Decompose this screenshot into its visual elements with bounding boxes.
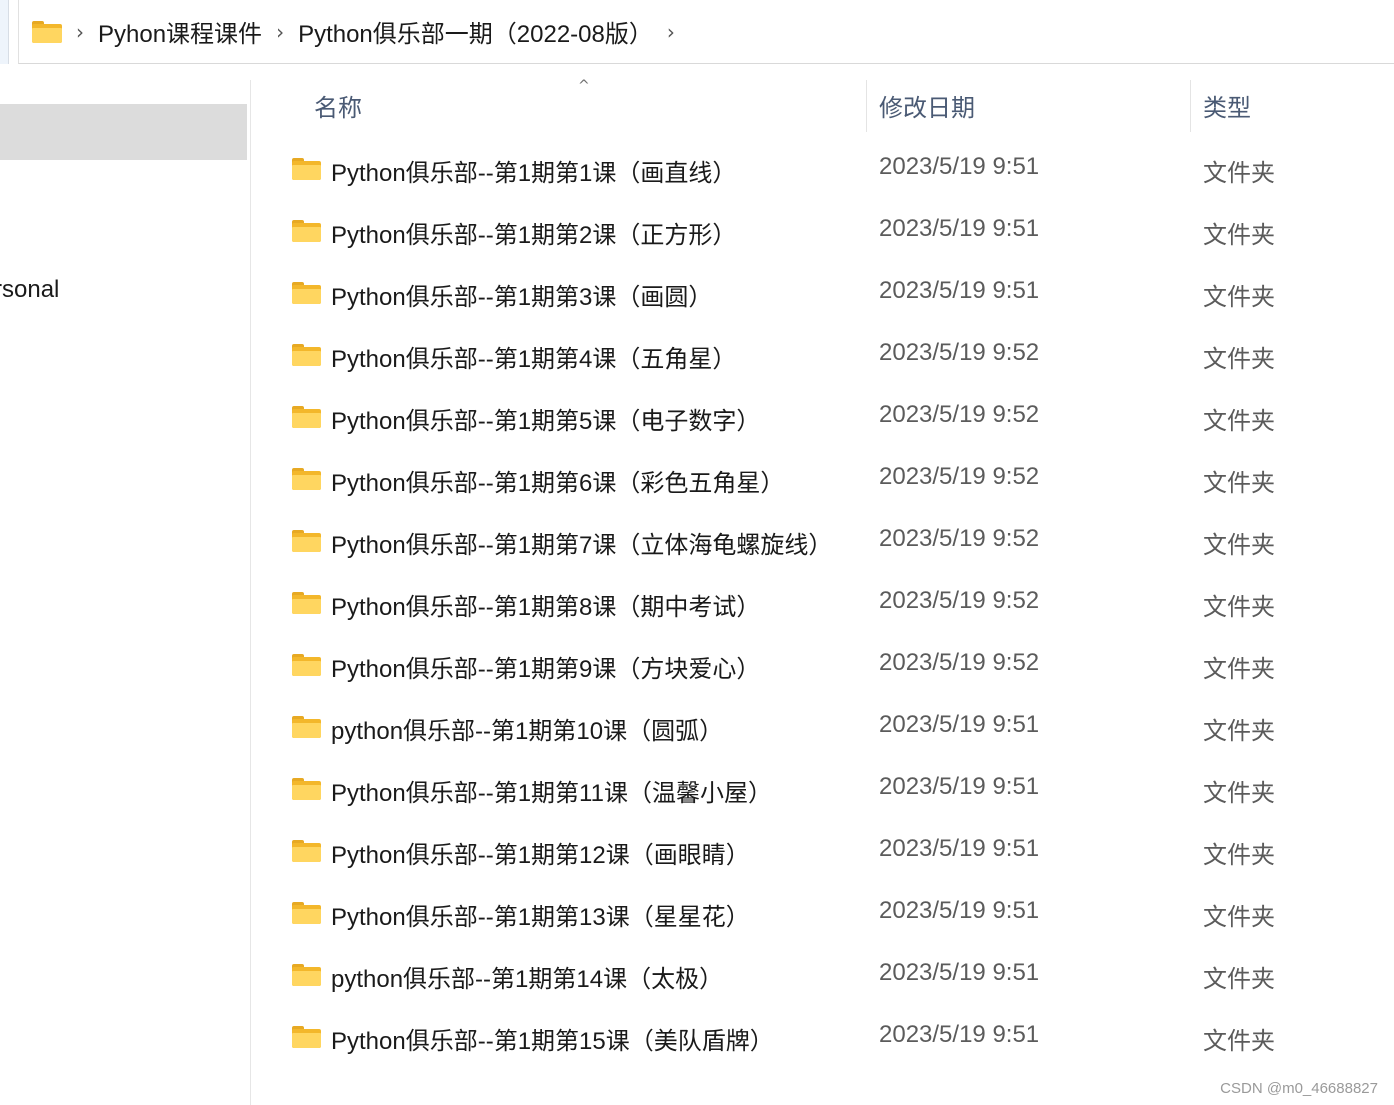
file-type: 文件夹 (1203, 1028, 1275, 1055)
table-row[interactable]: Python俱乐部--第1期第1课（画直线） 2023/5/19 9:51 文件夹 (252, 140, 1394, 202)
file-date-modified: 2023/5/19 9:51 (879, 1021, 1040, 1048)
address-bar-left-edge (0, 0, 9, 64)
file-type: 文件夹 (1203, 284, 1275, 311)
file-name[interactable]: Python俱乐部--第1期第11课（温馨小屋） (331, 773, 772, 808)
folder-icon (292, 468, 321, 490)
table-row[interactable]: Python俱乐部--第1期第6课（彩色五角星） 2023/5/19 9:52 文件… (252, 450, 1394, 512)
breadcrumb-item-course[interactable]: Pyhon课程课件 (98, 14, 262, 49)
folder-icon (292, 902, 321, 924)
chevron-right-icon[interactable]: › (76, 22, 84, 42)
table-row[interactable]: Python俱乐部--第1期第4课（五角星） 2023/5/19 9:52 文件夹 (252, 326, 1394, 388)
table-row[interactable]: Python俱乐部--第1期第3课（画圆） 2023/5/19 9:51 文件夹 (252, 264, 1394, 326)
file-type: 文件夹 (1203, 408, 1275, 435)
folder-icon (292, 716, 321, 738)
file-type: 文件夹 (1203, 594, 1275, 621)
folder-icon (292, 840, 321, 862)
breadcrumb-item-club[interactable]: Python俱乐部一期（2022-08版） (298, 14, 653, 49)
file-date-modified: 2023/5/19 9:51 (879, 711, 1040, 738)
watermark: CSDN @m0_46688827 (1220, 1080, 1378, 1097)
folder-icon (292, 592, 321, 614)
table-row[interactable]: Python俱乐部--第1期第5课（电子数字） 2023/5/19 9:52 文件夹 (252, 388, 1394, 450)
file-date-modified: 2023/5/19 9:52 (879, 649, 1040, 676)
column-divider[interactable] (1190, 80, 1191, 132)
file-type: 文件夹 (1203, 160, 1275, 187)
file-name[interactable]: Python俱乐部--第1期第4课（五角星） (331, 339, 736, 374)
file-type: 文件夹 (1203, 904, 1275, 931)
table-row[interactable]: Python俱乐部--第1期第15课（美队盾牌） 2023/5/19 9:51 文件… (252, 1008, 1394, 1070)
folder-icon (292, 344, 321, 366)
file-rows: Python俱乐部--第1期第1课（画直线） 2023/5/19 9:51 文件夹 P… (252, 140, 1394, 1070)
table-row[interactable]: Python俱乐部--第1期第12课（画眼睛） 2023/5/19 9:51 文件夹 (252, 822, 1394, 884)
file-name[interactable]: python俱乐部--第1期第10课（圆弧） (331, 711, 723, 746)
file-type: 文件夹 (1203, 346, 1275, 373)
column-header-row: 名称 修改日期 类型 (252, 80, 1394, 132)
table-row[interactable]: Python俱乐部--第1期第7课（立体海龟螺旋线） 2023/5/19 9:52… (252, 512, 1394, 574)
folder-icon (292, 282, 321, 304)
file-name[interactable]: Python俱乐部--第1期第8课（期中考试） (331, 587, 760, 622)
folder-icon (292, 778, 321, 800)
file-date-modified: 2023/5/19 9:51 (879, 215, 1040, 242)
folder-icon (292, 964, 321, 986)
file-date-modified: 2023/5/19 9:52 (879, 401, 1040, 428)
file-date-modified: 2023/5/19 9:52 (879, 587, 1040, 614)
file-type: 文件夹 (1203, 222, 1275, 249)
file-type: 文件夹 (1203, 532, 1275, 559)
file-date-modified: 2023/5/19 9:52 (879, 525, 1040, 552)
file-list[interactable]: ^ 名称 修改日期 类型 Python俱乐部--第1期第1课（画直线） 2023/… (252, 66, 1394, 1105)
file-name[interactable]: Python俱乐部--第1期第15课（美队盾牌） (331, 1021, 774, 1056)
folder-icon (292, 406, 321, 428)
file-name[interactable]: Python俱乐部--第1期第13课（星星花） (331, 897, 750, 932)
file-date-modified: 2023/5/19 9:51 (879, 835, 1040, 862)
folder-icon (292, 530, 321, 552)
folder-icon (292, 654, 321, 676)
column-header-type[interactable]: 类型 (1203, 88, 1251, 123)
file-name[interactable]: Python俱乐部--第1期第6课（彩色五角星） (331, 463, 784, 498)
chevron-right-icon[interactable]: › (667, 22, 675, 42)
file-type: 文件夹 (1203, 842, 1275, 869)
table-row[interactable]: python俱乐部--第1期第10课（圆弧） 2023/5/19 9:51 文件夹 (252, 698, 1394, 760)
file-date-modified: 2023/5/19 9:51 (879, 773, 1040, 800)
file-date-modified: 2023/5/19 9:51 (879, 277, 1040, 304)
file-date-modified: 2023/5/19 9:51 (879, 959, 1040, 986)
folder-icon (292, 1026, 321, 1048)
file-name[interactable]: Python俱乐部--第1期第7课（立体海龟螺旋线） (331, 525, 832, 560)
file-name[interactable]: Python俱乐部--第1期第12课（画眼睛） (331, 835, 750, 870)
file-date-modified: 2023/5/19 9:52 (879, 463, 1040, 490)
navigation-pane[interactable]: rsonal (0, 80, 251, 1105)
sidebar-item-selected[interactable] (0, 104, 247, 160)
table-row[interactable]: Python俱乐部--第1期第11课（温馨小屋） 2023/5/19 9:51 文件… (252, 760, 1394, 822)
file-date-modified: 2023/5/19 9:51 (879, 153, 1040, 180)
folder-icon (292, 220, 321, 242)
file-date-modified: 2023/5/19 9:51 (879, 897, 1040, 924)
file-name[interactable]: Python俱乐部--第1期第5课（电子数字） (331, 401, 760, 436)
chevron-right-icon[interactable]: › (276, 22, 284, 42)
table-row[interactable]: python俱乐部--第1期第14课（太极） 2023/5/19 9:51 文件夹 (252, 946, 1394, 1008)
file-type: 文件夹 (1203, 656, 1275, 683)
file-name[interactable]: Python俱乐部--第1期第1课（画直线） (331, 153, 736, 188)
column-header-date[interactable]: 修改日期 (879, 88, 975, 123)
column-divider[interactable] (866, 80, 867, 132)
file-name[interactable]: Python俱乐部--第1期第3课（画圆） (331, 277, 712, 312)
address-bar[interactable]: › Pyhon课程课件 › Python俱乐部一期（2022-08版） › (0, 0, 1394, 66)
column-header-name[interactable]: 名称 (314, 88, 362, 123)
table-row[interactable]: Python俱乐部--第1期第2课（正方形） 2023/5/19 9:51 文件夹 (252, 202, 1394, 264)
table-row[interactable]: Python俱乐部--第1期第8课（期中考试） 2023/5/19 9:52 文件夹 (252, 574, 1394, 636)
file-type: 文件夹 (1203, 780, 1275, 807)
file-name[interactable]: python俱乐部--第1期第14课（太极） (331, 959, 723, 994)
table-row[interactable]: Python俱乐部--第1期第13课（星星花） 2023/5/19 9:51 文件夹 (252, 884, 1394, 946)
sidebar-item-personal[interactable]: rsonal (0, 276, 59, 304)
file-name[interactable]: Python俱乐部--第1期第2课（正方形） (331, 215, 736, 250)
file-type: 文件夹 (1203, 966, 1275, 993)
file-type: 文件夹 (1203, 718, 1275, 745)
folder-icon (32, 20, 62, 43)
folder-icon (292, 158, 321, 180)
file-type: 文件夹 (1203, 470, 1275, 497)
breadcrumb[interactable]: › Pyhon课程课件 › Python俱乐部一期（2022-08版） › (18, 0, 1394, 64)
table-row[interactable]: Python俱乐部--第1期第9课（方块爱心） 2023/5/19 9:52 文件夹 (252, 636, 1394, 698)
file-name[interactable]: Python俱乐部--第1期第9课（方块爱心） (331, 649, 760, 684)
file-date-modified: 2023/5/19 9:52 (879, 339, 1040, 366)
